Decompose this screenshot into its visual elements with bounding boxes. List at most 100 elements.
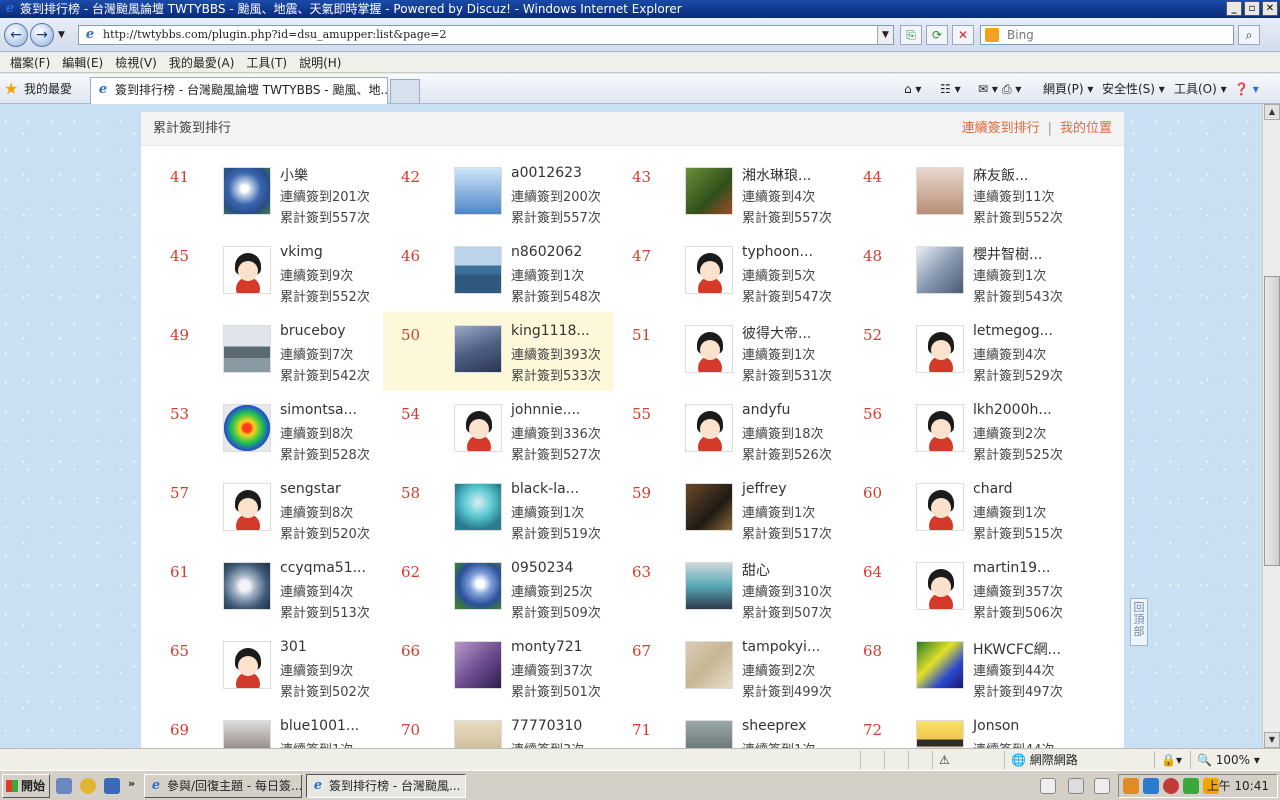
quick-launch-app-icon[interactable]: [80, 778, 96, 794]
feeds-icon[interactable]: ☷ ▾: [940, 80, 961, 98]
username-link[interactable]: bruceboy: [280, 323, 346, 339]
user-avatar[interactable]: [685, 641, 733, 689]
user-avatar[interactable]: [685, 562, 733, 610]
username-link[interactable]: sengstar: [280, 481, 341, 497]
user-avatar[interactable]: [454, 246, 502, 294]
username-link[interactable]: johnnie....: [511, 402, 580, 418]
forward-button[interactable]: →: [30, 23, 54, 47]
menu-favorites[interactable]: 我的最愛(A): [163, 53, 241, 72]
help-icon[interactable]: ❓ ▾: [1234, 80, 1259, 98]
user-avatar[interactable]: [916, 325, 964, 373]
username-link[interactable]: king1118...: [511, 323, 590, 339]
user-avatar[interactable]: [685, 246, 733, 294]
maximize-button[interactable]: ▫: [1244, 1, 1260, 16]
user-avatar[interactable]: [223, 404, 271, 452]
username-link[interactable]: 小樂: [280, 165, 308, 185]
back-to-top-button[interactable]: 回頂部: [1130, 598, 1148, 646]
username-link[interactable]: 0950234: [511, 560, 573, 576]
address-bar[interactable]: e http://twtybbs.com/plugin.php?id=dsu_a…: [78, 25, 894, 45]
vertical-scrollbar[interactable]: ▲ ▼: [1262, 104, 1280, 748]
user-avatar[interactable]: [223, 720, 271, 748]
username-link[interactable]: sheeprex: [742, 718, 806, 734]
user-avatar[interactable]: [916, 246, 964, 294]
user-avatar[interactable]: [685, 167, 733, 215]
user-avatar[interactable]: [916, 483, 964, 531]
taskbar-item[interactable]: e 參與/回復主題 - 每日簽...: [144, 774, 302, 798]
username-link[interactable]: vkimg: [280, 244, 323, 260]
user-avatar[interactable]: [223, 246, 271, 294]
mail-icon[interactable]: ✉ ▾: [978, 80, 998, 98]
username-link[interactable]: 甜心: [742, 560, 770, 580]
streak-ranking-link[interactable]: 連續簽到排行: [962, 121, 1040, 136]
username-link[interactable]: jeffrey: [742, 481, 787, 497]
back-button[interactable]: ←: [4, 23, 28, 47]
close-button[interactable]: ✕: [1262, 1, 1278, 16]
username-link[interactable]: 麻友飯...: [973, 165, 1028, 185]
username-link[interactable]: tampokyi...: [742, 639, 820, 655]
username-link[interactable]: ccyqma51...: [280, 560, 366, 576]
username-link[interactable]: letmegog...: [973, 323, 1053, 339]
favorites-button[interactable]: ★ 我的最愛: [4, 80, 72, 98]
user-avatar[interactable]: [454, 167, 502, 215]
user-avatar[interactable]: [454, 325, 502, 373]
home-icon[interactable]: ⌂ ▾: [904, 80, 921, 98]
username-link[interactable]: simontsa...: [280, 402, 357, 418]
new-tab-button[interactable]: [390, 79, 420, 103]
username-link[interactable]: Jonson: [973, 718, 1019, 734]
username-link[interactable]: black-la...: [511, 481, 579, 497]
browser-tab-active[interactable]: e 簽到排行榜 - 台灣颱風論壇 TWTYBBS - 颱風、地...: [90, 77, 388, 104]
user-avatar[interactable]: [223, 325, 271, 373]
user-avatar[interactable]: [223, 483, 271, 531]
keyboard-icon[interactable]: [1040, 778, 1056, 794]
user-avatar[interactable]: [685, 720, 733, 748]
zoom-level-button[interactable]: 🔍 100% ▾: [1190, 751, 1262, 769]
start-button[interactable]: 開始: [2, 774, 50, 798]
username-link[interactable]: chard: [973, 481, 1013, 497]
minimize-button[interactable]: _: [1226, 1, 1242, 16]
quick-launch-more-icon[interactable]: »: [128, 777, 135, 790]
user-avatar[interactable]: [454, 404, 502, 452]
help-tray-icon[interactable]: [1068, 778, 1084, 794]
username-link[interactable]: martin19...: [973, 560, 1050, 576]
my-position-link[interactable]: 我的位置: [1060, 121, 1112, 136]
user-avatar[interactable]: [685, 325, 733, 373]
username-link[interactable]: andyfu: [742, 402, 790, 418]
menu-edit[interactable]: 編輯(E): [56, 53, 109, 72]
user-avatar[interactable]: [685, 483, 733, 531]
username-link[interactable]: lkh2000h...: [973, 402, 1052, 418]
username-link[interactable]: 301: [280, 639, 307, 655]
user-avatar[interactable]: [223, 641, 271, 689]
quick-launch-app-icon[interactable]: [56, 778, 72, 794]
menu-file[interactable]: 檔案(F): [4, 53, 56, 72]
user-avatar[interactable]: [454, 562, 502, 610]
tray-app-icon[interactable]: [1143, 778, 1159, 794]
address-dropdown-icon[interactable]: ▼: [877, 26, 893, 44]
print-icon[interactable]: ⎙ ▾: [1002, 80, 1021, 98]
search-input[interactable]: Bing: [980, 25, 1234, 45]
username-link[interactable]: 77770310: [511, 718, 582, 734]
compatibility-view-button[interactable]: ⎘: [900, 25, 922, 45]
zone-settings-icon[interactable]: 🔒▾: [1154, 751, 1190, 769]
user-avatar[interactable]: [454, 720, 502, 748]
username-link[interactable]: 湘水琳琅...: [742, 165, 811, 185]
scroll-thumb[interactable]: [1264, 276, 1280, 566]
user-avatar[interactable]: [916, 404, 964, 452]
menu-tools[interactable]: 工具(T): [240, 53, 293, 72]
safety-menu-button[interactable]: 安全性(S) ▾: [1102, 80, 1165, 98]
protected-mode-icon[interactable]: ⚠: [932, 751, 982, 769]
tray-app-icon[interactable]: [1183, 778, 1199, 794]
page-menu-button[interactable]: 網頁(P) ▾: [1043, 80, 1093, 98]
username-link[interactable]: blue1001...: [280, 718, 359, 734]
taskbar-item-active[interactable]: e 簽到排行榜 - 台灣颱風...: [306, 774, 466, 798]
username-link[interactable]: monty721: [511, 639, 583, 655]
username-link[interactable]: n8602062: [511, 244, 582, 260]
username-link[interactable]: a0012623: [511, 165, 582, 181]
username-link[interactable]: typhoon...: [742, 244, 813, 260]
clock[interactable]: 上午 10:41: [1207, 775, 1269, 797]
user-avatar[interactable]: [916, 720, 964, 748]
user-avatar[interactable]: [223, 167, 271, 215]
tools-menu-button[interactable]: 工具(O) ▾: [1174, 80, 1227, 98]
username-link[interactable]: 櫻井智樹...: [973, 244, 1042, 264]
quick-launch-app-icon[interactable]: [104, 778, 120, 794]
menu-view[interactable]: 檢視(V): [109, 53, 163, 72]
